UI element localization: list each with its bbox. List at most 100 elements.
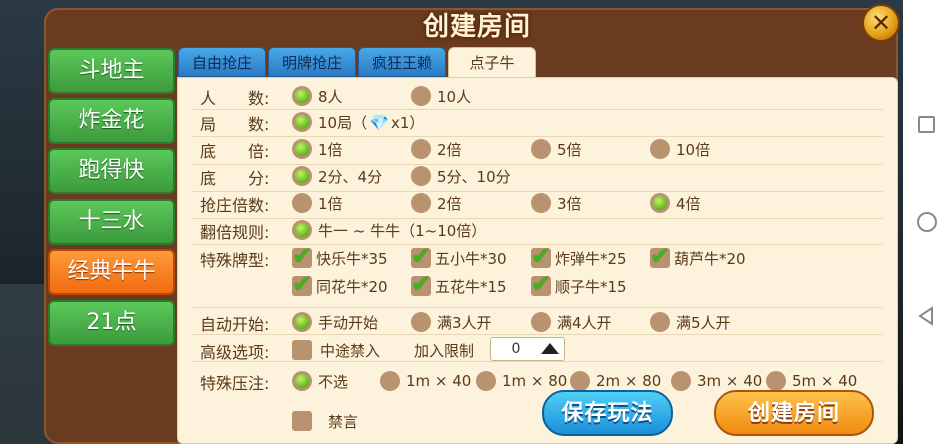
auto-start-option[interactable]: 满3人开	[411, 311, 492, 333]
banker-option-2[interactable]: 2倍	[411, 192, 462, 214]
players-option-10[interactable]: 10人	[411, 85, 471, 107]
game-item-paodekuai[interactable]: 跑得快	[48, 148, 175, 194]
create-room-button[interactable]: 创建房间	[714, 390, 874, 436]
close-icon[interactable]: ✕	[862, 4, 900, 42]
divider	[193, 334, 883, 335]
radio-icon	[531, 193, 551, 213]
triangle-up-icon[interactable]	[541, 343, 559, 354]
radio-icon	[476, 371, 496, 391]
base-score-label: 底 分:	[200, 169, 270, 188]
no-join-checkbox[interactable]: 中途禁入	[292, 339, 380, 361]
rounds-option-10[interactable]: 10局（ 💎 x1）	[292, 111, 424, 133]
title-bar: 创建房间	[404, 8, 550, 46]
multiple-option-2[interactable]: 2倍	[411, 138, 462, 160]
radio-icon	[671, 371, 691, 391]
system-nav-bar	[903, 0, 950, 444]
dialog-title: 创建房间	[422, 12, 531, 42]
game-item-zhajinhua[interactable]: 炸金花	[48, 98, 175, 144]
base-score-option-2[interactable]: 5分、10分	[411, 165, 511, 187]
back-triangle	[918, 306, 933, 326]
banker-option-4[interactable]: 4倍	[650, 192, 701, 214]
base-score-option-1[interactable]: 2分、4分	[292, 165, 382, 187]
radio-icon	[650, 139, 670, 159]
checkbox-icon	[292, 270, 312, 298]
game-item-shisanshui[interactable]: 十三水	[48, 199, 175, 245]
special-type-option[interactable]: 葫芦牛*20	[650, 242, 746, 270]
special-bet-option[interactable]: 1m × 80	[476, 370, 567, 392]
save-rules-button[interactable]: 保存玩法	[542, 390, 673, 436]
players-option-8[interactable]: 8人	[292, 85, 343, 107]
radio-icon	[411, 166, 431, 186]
radio-icon	[411, 312, 431, 332]
tab-free-banker[interactable]: 自由抢庄	[178, 47, 266, 77]
checkbox-icon	[531, 242, 551, 270]
checkbox-icon	[411, 270, 431, 298]
special-type-option[interactable]: 同花牛*20	[292, 270, 388, 298]
checkbox-icon	[531, 270, 551, 298]
auto-start-label: 自动开始:	[200, 315, 270, 334]
divider	[193, 361, 883, 362]
rounds-label: 局 数:	[200, 115, 270, 134]
special-bet-option[interactable]: 2m × 80	[570, 370, 661, 392]
players-label: 人 数:	[200, 89, 270, 108]
radio-icon	[292, 220, 312, 240]
join-limit-value: 0	[511, 341, 521, 357]
auto-start-option[interactable]: 满5人开	[650, 311, 731, 333]
special-bet-option[interactable]: 3m × 40	[671, 370, 762, 392]
ban-chat-checkbox[interactable]: 禁言	[292, 410, 358, 432]
multiple-option-1[interactable]: 1倍	[292, 138, 343, 160]
special-type-option[interactable]: 五小牛*30	[411, 242, 507, 270]
radio-icon	[570, 371, 590, 391]
banker-option-3[interactable]: 3倍	[531, 192, 582, 214]
multiple-label: 底 倍:	[200, 142, 270, 161]
multiple-option-5[interactable]: 5倍	[531, 138, 582, 160]
tab-crazy[interactable]: 疯狂王赖	[358, 47, 446, 77]
divider	[193, 307, 883, 308]
special-bet-option[interactable]: 不选	[292, 370, 348, 392]
radio-icon	[650, 312, 670, 332]
radio-icon	[531, 139, 551, 159]
radio-icon	[292, 166, 312, 186]
checkbox-icon	[411, 242, 431, 270]
radio-icon	[292, 371, 312, 391]
join-limit-stepper[interactable]: 0	[490, 337, 565, 361]
divider	[193, 109, 883, 110]
diamond-icon: 💎	[369, 112, 390, 132]
game-item-21[interactable]: 21点	[48, 300, 175, 346]
radio-icon	[766, 371, 786, 391]
radio-icon	[380, 371, 400, 391]
special-type-option[interactable]: 顺子牛*15	[531, 270, 627, 298]
banker-multiple-label: 抢庄倍数:	[200, 196, 270, 215]
tab-dianziniu[interactable]: 点子牛	[448, 47, 536, 79]
radio-icon	[411, 193, 431, 213]
banker-option-1[interactable]: 1倍	[292, 192, 343, 214]
checkbox-icon	[292, 340, 312, 360]
checkbox-icon	[650, 242, 670, 270]
home-icon[interactable]	[917, 212, 937, 232]
radio-icon	[292, 86, 312, 106]
special-bet-label: 特殊压注:	[200, 374, 270, 393]
multiple-option-10[interactable]: 10倍	[650, 138, 710, 160]
radio-icon	[411, 139, 431, 159]
auto-start-option[interactable]: 手动开始	[292, 311, 378, 333]
back-icon[interactable]	[917, 306, 937, 326]
special-type-option[interactable]: 快乐牛*35	[292, 242, 388, 270]
special-bet-option[interactable]: 5m × 40	[766, 370, 857, 392]
radio-icon	[292, 139, 312, 159]
checkbox-icon	[292, 411, 312, 431]
game-item-doudizhu[interactable]: 斗地主	[48, 48, 175, 94]
radio-icon	[292, 193, 312, 213]
special-type-option[interactable]: 炸弹牛*25	[531, 242, 627, 270]
special-bet-option[interactable]: 1m × 40	[380, 370, 471, 392]
tab-open-banker[interactable]: 明牌抢庄	[268, 47, 356, 77]
auto-start-option[interactable]: 满4人开	[531, 311, 612, 333]
game-item-niuniu[interactable]: 经典牛牛	[48, 249, 175, 295]
create-room-dialog: 创建房间 ✕ 斗地主 炸金花 跑得快 十三水 经典牛牛 21点 自由抢庄 明牌抢…	[44, 4, 900, 444]
checkbox-icon	[292, 242, 312, 270]
join-limit-label: 加入限制	[414, 341, 475, 360]
double-rule-option[interactable]: 牛一 ~ 牛牛（1~10倍）	[292, 219, 486, 241]
recent-apps-icon[interactable]	[918, 116, 935, 133]
app-screen: 创建房间 ✕ 斗地主 炸金花 跑得快 十三水 经典牛牛 21点 自由抢庄 明牌抢…	[0, 0, 950, 444]
advanced-label: 高级选项:	[200, 343, 270, 362]
special-type-option[interactable]: 五花牛*15	[411, 270, 507, 298]
